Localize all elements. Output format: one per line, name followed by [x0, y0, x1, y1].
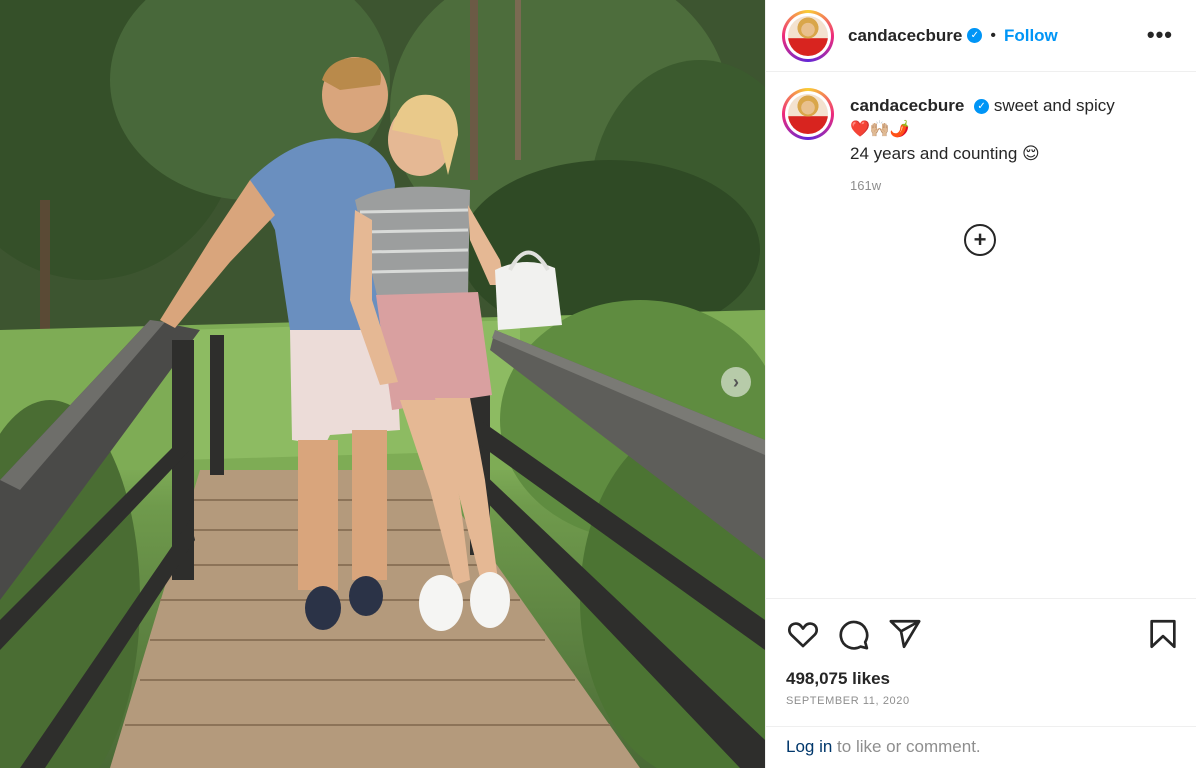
header-username[interactable]: candacecbure — [848, 26, 962, 46]
avatar[interactable] — [782, 9, 834, 62]
comment-icon[interactable] — [836, 617, 870, 651]
caption-emoji: ❤️🙌🏼🌶️ — [850, 121, 910, 138]
share-icon[interactable] — [888, 617, 922, 651]
caption-line-2: 24 years and counting 😌 — [850, 142, 1115, 166]
caption-username[interactable]: candacecbure — [850, 96, 964, 115]
post-actions: 498,075 likes SEPTEMBER 11, 2020 — [766, 598, 1196, 726]
caption-text-2: 24 years and counting — [850, 144, 1018, 163]
bookmark-icon[interactable] — [1146, 617, 1180, 651]
post-date[interactable]: SEPTEMBER 11, 2020 — [786, 695, 910, 707]
post-header: candacecbure ✓ • Follow ••• — [766, 0, 1196, 72]
login-prompt: Log in to like or comment. — [766, 726, 1196, 768]
caption-body: candacecbure ✓ sweet and spicy ❤️🙌🏼🌶️ 24… — [850, 88, 1115, 198]
post-photo[interactable]: › — [0, 0, 765, 768]
follow-button[interactable]: Follow — [1004, 26, 1058, 46]
heart-icon[interactable] — [786, 617, 820, 651]
login-link[interactable]: Log in — [786, 737, 832, 756]
more-options-icon[interactable]: ••• — [1147, 22, 1173, 48]
likes-count[interactable]: 498,075 likes — [786, 669, 890, 689]
caption-line-1: candacecbure ✓ sweet and spicy — [850, 94, 1115, 118]
verified-badge-icon: ✓ — [967, 28, 983, 43]
caption-age[interactable]: 161w — [850, 174, 1115, 198]
separator-dot: • — [990, 26, 996, 44]
photo-illustration — [0, 0, 765, 768]
login-prompt-text: to like or comment. — [832, 737, 981, 756]
verified-badge-icon: ✓ — [974, 99, 990, 115]
avatar-image — [788, 94, 828, 134]
caption-row: candacecbure ✓ sweet and spicy ❤️🙌🏼🌶️ 24… — [782, 88, 1182, 198]
avatar-image — [788, 15, 828, 56]
caption-avatar[interactable] — [782, 88, 834, 140]
caption-emoji-2: 😌 — [1022, 144, 1040, 163]
load-more-comments-icon[interactable]: + — [964, 224, 996, 256]
caption-section: candacecbure ✓ sweet and spicy ❤️🙌🏼🌶️ 24… — [782, 88, 1182, 198]
carousel-next-button[interactable]: › — [721, 367, 751, 397]
caption-text: sweet and spicy — [993, 96, 1115, 115]
post-side-panel: candacecbure ✓ • Follow ••• candacecbure… — [765, 0, 1196, 768]
